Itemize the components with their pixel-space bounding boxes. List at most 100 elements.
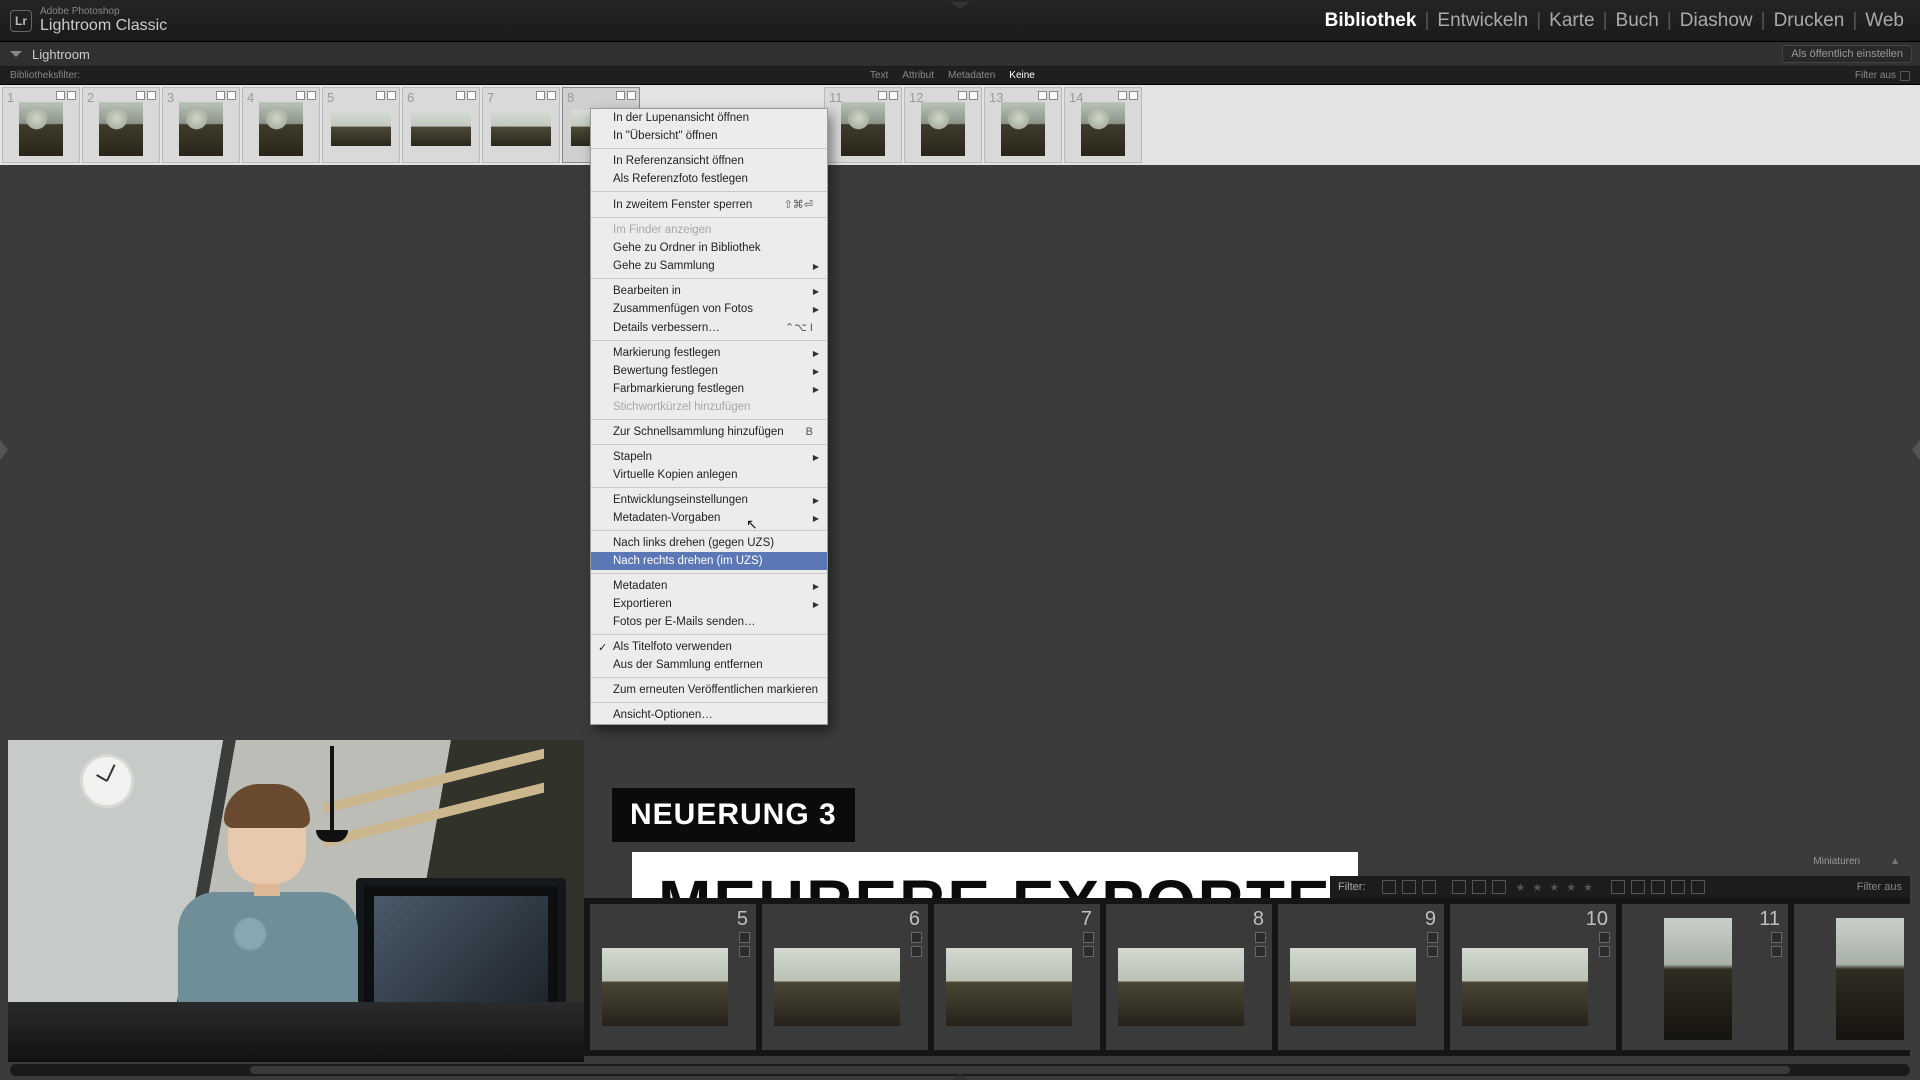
grid-cell[interactable]: 2: [82, 87, 160, 163]
shortcut-label: ⇧⌘⏎: [784, 198, 813, 211]
thumbnail[interactable]: [1836, 918, 1904, 1040]
app-bar: Lr Adobe Photoshop Lightroom Classic Bib…: [0, 0, 1920, 42]
collection-name[interactable]: Lightroom: [32, 47, 90, 62]
thumbnail[interactable]: [1118, 948, 1244, 1026]
panel-handle-bottom[interactable]: [950, 1074, 970, 1080]
grid-cell[interactable]: 7: [482, 87, 560, 163]
thumbnail[interactable]: [1664, 918, 1732, 1040]
module-sep: |: [1601, 10, 1610, 32]
filmstrip-filter-label: Filter:: [1338, 881, 1366, 893]
ctx-lock-second-window[interactable]: In zweitem Fenster sperren⇧⌘⏎: [591, 195, 827, 214]
ctx-stacking[interactable]: Stapeln: [591, 448, 827, 466]
module-sep: |: [1665, 10, 1674, 32]
ctx-develop-settings[interactable]: Entwicklungseinstellungen: [591, 491, 827, 509]
ctx-mark-republish[interactable]: Zum erneuten Veröffentlichen markieren: [591, 681, 827, 699]
thumbnail[interactable]: [491, 110, 551, 146]
ctx-metadata-presets[interactable]: Metadaten-Vorgaben: [591, 509, 827, 527]
ctx-metadata[interactable]: Metadaten: [591, 577, 827, 595]
ctx-goto-collection[interactable]: Gehe zu Sammlung: [591, 257, 827, 275]
thumbnail[interactable]: [1290, 948, 1416, 1026]
module-diashow[interactable]: Diashow: [1674, 10, 1759, 32]
thumbnail[interactable]: [99, 102, 143, 156]
left-panel-reveal-icon[interactable]: [0, 440, 8, 460]
filmstrip-cell[interactable]: 5: [590, 904, 756, 1050]
module-bibliothek[interactable]: Bibliothek: [1319, 10, 1423, 32]
thumbnail[interactable]: [331, 110, 391, 146]
filmstrip-cell[interactable]: 9: [1278, 904, 1444, 1050]
ctx-set-flag[interactable]: Markierung festlegen: [591, 344, 827, 362]
grid-cell[interactable]: 4: [242, 87, 320, 163]
filmstrip-cell[interactable]: 10: [1450, 904, 1616, 1050]
ctx-use-as-cover[interactable]: Als Titelfoto verwenden: [591, 638, 827, 656]
scrollbar-thumb[interactable]: [250, 1066, 1790, 1074]
ctx-rotate-left[interactable]: Nach links drehen (gegen UZS): [591, 534, 827, 552]
filmstrip-cell[interactable]: 8: [1106, 904, 1272, 1050]
filmstrip-cell[interactable]: 11: [1622, 904, 1788, 1050]
ctx-remove-from-collection[interactable]: Aus der Sammlung entfernen: [591, 656, 827, 674]
grid-cell[interactable]: 1: [2, 87, 80, 163]
thumbnail[interactable]: [19, 102, 63, 156]
grid-cell[interactable]: 13: [984, 87, 1062, 163]
module-buch[interactable]: Buch: [1610, 10, 1665, 32]
chevron-down-icon[interactable]: [10, 51, 22, 57]
panel-handle-top[interactable]: [949, 2, 971, 8]
product-label: Lightroom Classic: [40, 17, 167, 35]
ctx-set-rating[interactable]: Bewertung festlegen: [591, 362, 827, 380]
grid-view[interactable]: 1 2 3 4 5 6 7 8 11 12 13 14: [0, 85, 1920, 165]
filter-keine[interactable]: Keine: [1009, 70, 1035, 81]
thumbnail[interactable]: [1001, 102, 1045, 156]
rating-filter[interactable]: ★ ★ ★ ★ ★: [1516, 881, 1596, 894]
ctx-email-photos[interactable]: Fotos per E-Mails senden…: [591, 613, 827, 631]
flag-filter-icons[interactable]: [1382, 880, 1436, 894]
thumbnail[interactable]: [1081, 102, 1125, 156]
ctx-rotate-right[interactable]: Nach rechts drehen (im UZS): [591, 552, 827, 570]
ctx-open-loupe[interactable]: In der Lupenansicht öffnen: [591, 109, 827, 127]
module-entwickeln[interactable]: Entwickeln: [1431, 10, 1534, 32]
ctx-open-reference[interactable]: In Referenzansicht öffnen: [591, 152, 827, 170]
filter-metadaten[interactable]: Metadaten: [948, 70, 995, 81]
lr-logo-icon: Lr: [10, 10, 32, 32]
ctx-goto-folder[interactable]: Gehe zu Ordner in Bibliothek: [591, 239, 827, 257]
ctx-view-options[interactable]: Ansicht-Optionen…: [591, 706, 827, 724]
right-panel-reveal-icon[interactable]: [1912, 440, 1920, 460]
module-drucken[interactable]: Drucken: [1768, 10, 1851, 32]
thumbnail[interactable]: [411, 110, 471, 146]
ctx-export[interactable]: Exportieren: [591, 595, 827, 613]
filter-preset-aus[interactable]: Filter aus: [1855, 70, 1896, 81]
grid-cell[interactable]: 5: [322, 87, 400, 163]
module-karte[interactable]: Karte: [1543, 10, 1600, 32]
filter-text[interactable]: Text: [870, 70, 888, 81]
view-mode-icons[interactable]: [1452, 880, 1506, 894]
thumbnail[interactable]: [602, 948, 728, 1026]
color-filter-icons[interactable]: [1611, 880, 1705, 894]
grid-cell[interactable]: 11: [824, 87, 902, 163]
thumbnail[interactable]: [1462, 948, 1588, 1026]
ctx-set-reference[interactable]: Als Referenzfoto festlegen: [591, 170, 827, 188]
module-web[interactable]: Web: [1859, 10, 1910, 32]
thumbnail[interactable]: [774, 948, 900, 1026]
filmstrip[interactable]: 5 6 7 8 9 10 11 12 13: [584, 898, 1910, 1056]
thumbnail[interactable]: [259, 102, 303, 156]
ctx-enhance-details[interactable]: Details verbessern…⌃⌥ I: [591, 318, 827, 337]
ctx-edit-in[interactable]: Bearbeiten in: [591, 282, 827, 300]
ctx-open-survey[interactable]: In "Übersicht" öffnen: [591, 127, 827, 145]
filmstrip-filter-aus[interactable]: Filter aus: [1857, 881, 1902, 893]
thumbnail[interactable]: [946, 948, 1072, 1026]
grid-cell[interactable]: 6: [402, 87, 480, 163]
filter-lock-icon[interactable]: [1900, 71, 1910, 81]
grid-cell[interactable]: 3: [162, 87, 240, 163]
ctx-photo-merge[interactable]: Zusammenfügen von Fotos: [591, 300, 827, 318]
thumbnail[interactable]: [841, 102, 885, 156]
publish-button[interactable]: Als öffentlich einstellen: [1782, 45, 1912, 63]
ctx-create-virtual-copy[interactable]: Virtuelle Kopien anlegen: [591, 466, 827, 484]
thumbnail[interactable]: [179, 102, 223, 156]
filmstrip-cell[interactable]: 12: [1794, 904, 1910, 1050]
filmstrip-cell[interactable]: 7: [934, 904, 1100, 1050]
ctx-quick-collection[interactable]: Zur Schnellsammlung hinzufügenB: [591, 423, 827, 441]
grid-cell[interactable]: 12: [904, 87, 982, 163]
thumbnail[interactable]: [921, 102, 965, 156]
ctx-set-color-label[interactable]: Farbmarkierung festlegen: [591, 380, 827, 398]
filter-attribut[interactable]: Attribut: [902, 70, 934, 81]
grid-cell[interactable]: 14: [1064, 87, 1142, 163]
filmstrip-cell[interactable]: 6: [762, 904, 928, 1050]
